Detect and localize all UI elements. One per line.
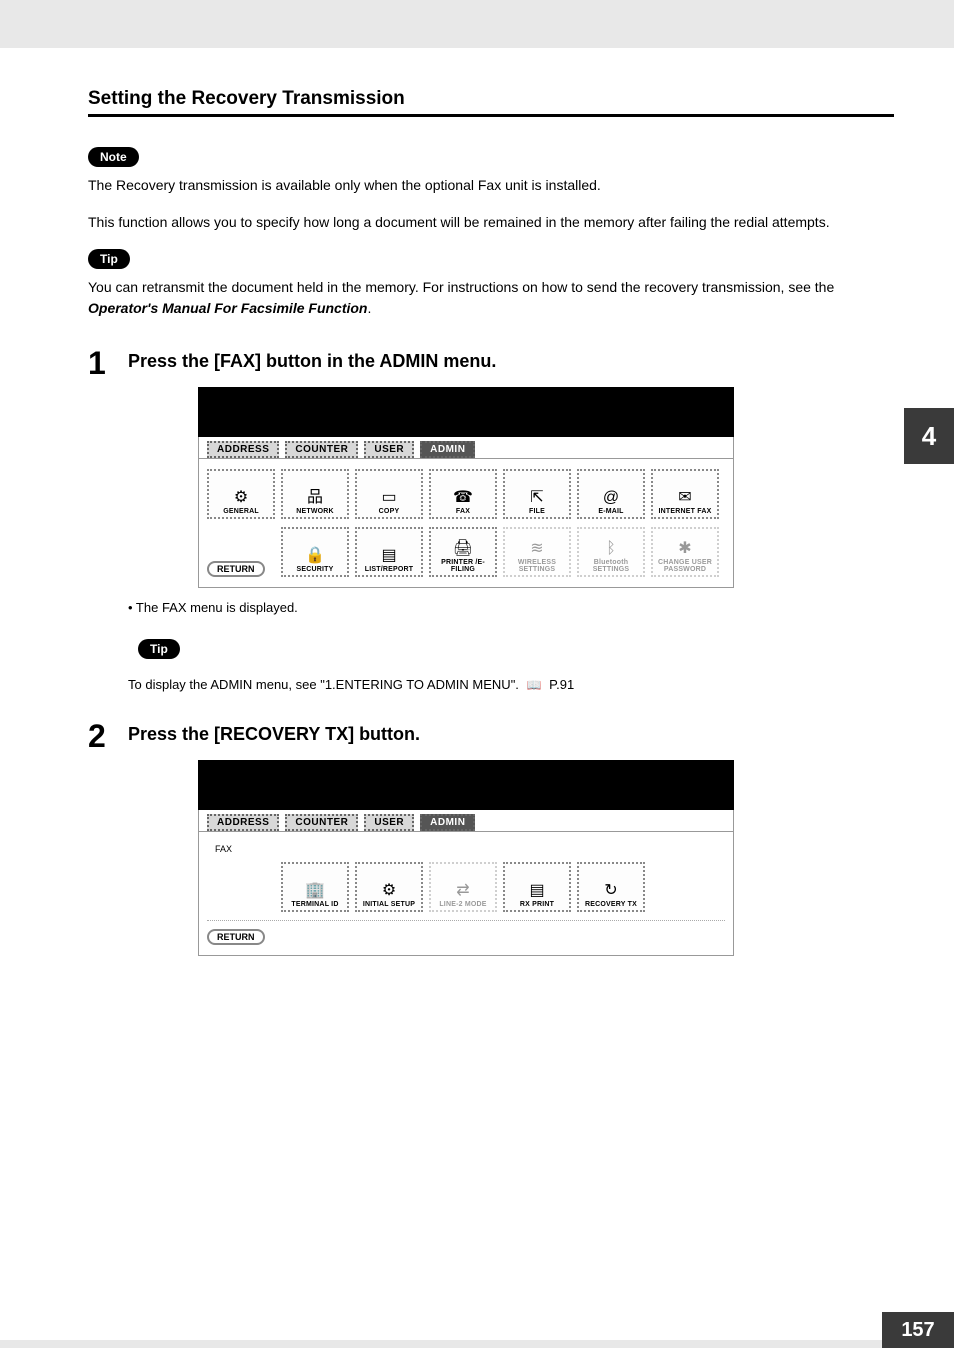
line2-mode-button[interactable]: ⇄LINE-2 MODE bbox=[429, 862, 497, 912]
tip1-part2: . bbox=[368, 300, 372, 316]
terminal-icon: 🏢 bbox=[305, 883, 325, 899]
note-badge: Note bbox=[88, 147, 139, 167]
step-2-text: Press the [RECOVERY TX] button. bbox=[128, 720, 420, 745]
fax-button[interactable]: ☎FAX bbox=[429, 469, 497, 519]
tip1-manual-ref: Operator's Manual For Facsimile Function bbox=[88, 300, 368, 316]
tab2-counter[interactable]: COUNTER bbox=[285, 814, 358, 831]
general-icon: ⚙ bbox=[234, 490, 248, 506]
terminal-id-button[interactable]: 🏢TERMINAL ID bbox=[281, 862, 349, 912]
recoverytx-icon: ↻ bbox=[604, 883, 617, 899]
tip2-badge: Tip bbox=[138, 639, 180, 659]
internetfax-icon: ✉ bbox=[678, 490, 691, 506]
copy-icon: ▭ bbox=[381, 490, 396, 506]
rxprint-icon: ▤ bbox=[529, 883, 544, 899]
page-number: 157 bbox=[882, 1312, 954, 1348]
footer-edge bbox=[0, 1340, 882, 1348]
tab2-admin[interactable]: ADMIN bbox=[420, 814, 475, 831]
general-button[interactable]: ⚙GENERAL bbox=[207, 469, 275, 519]
return-button-2[interactable]: RETURN bbox=[207, 929, 265, 945]
screen1-buttons: ⚙GENERAL 品NETWORK ▭COPY ☎FAX ⇱FILE @E-MA… bbox=[198, 459, 734, 588]
copy-button[interactable]: ▭COPY bbox=[355, 469, 423, 519]
step-2: 2 Press the [RECOVERY TX] button. bbox=[88, 720, 894, 752]
step-2-number: 2 bbox=[88, 720, 128, 752]
step-1-text: Press the [FAX] button in the ADMIN menu… bbox=[128, 347, 496, 372]
initial-setup-button[interactable]: ⚙INITIAL SETUP bbox=[355, 862, 423, 912]
note-text: The Recovery transmission is available o… bbox=[88, 175, 894, 196]
breadcrumb-fax: FAX bbox=[215, 844, 725, 854]
setup-icon: ⚙ bbox=[382, 883, 396, 899]
tab2-address[interactable]: ADDRESS bbox=[207, 814, 279, 831]
return-button-1[interactable]: RETURN bbox=[207, 561, 265, 577]
tab-admin[interactable]: ADMIN bbox=[420, 441, 475, 458]
screen1-tabs: ADDRESS COUNTER USER ADMIN bbox=[198, 437, 734, 459]
screen2-blackbar bbox=[198, 760, 734, 810]
tip1-text: You can retransmit the document held in … bbox=[88, 277, 894, 319]
file-button[interactable]: ⇱FILE bbox=[503, 469, 571, 519]
printer-icon: 🖨 bbox=[453, 541, 473, 557]
file-icon: ⇱ bbox=[530, 490, 543, 506]
tip1-part1: You can retransmit the document held in … bbox=[88, 279, 834, 295]
password-icon: ✱ bbox=[678, 541, 691, 557]
section-heading: Setting the Recovery Transmission bbox=[88, 88, 894, 117]
wireless-icon: ≋ bbox=[530, 541, 543, 557]
bluetooth-settings-button[interactable]: ᛒBluetooth SETTINGS bbox=[577, 527, 645, 577]
admin-menu-screenshot: ADDRESS COUNTER USER ADMIN ⚙GENERAL 品NET… bbox=[198, 387, 734, 588]
recovery-tx-button[interactable]: ↻RECOVERY TX bbox=[577, 862, 645, 912]
intro-text: This function allows you to specify how … bbox=[88, 212, 894, 233]
security-icon: 🔒 bbox=[305, 548, 325, 564]
book-icon: 📖 bbox=[527, 678, 542, 692]
network-button[interactable]: 品NETWORK bbox=[281, 469, 349, 519]
email-button[interactable]: @E-MAIL bbox=[577, 469, 645, 519]
printer-efiling-button[interactable]: 🖨PRINTER /E-FILING bbox=[429, 527, 497, 577]
list-report-button[interactable]: ▤LIST/REPORT bbox=[355, 527, 423, 577]
fax-icon: ☎ bbox=[453, 490, 473, 506]
internet-fax-button[interactable]: ✉INTERNET FAX bbox=[651, 469, 719, 519]
step-1: 1 Press the [FAX] button in the ADMIN me… bbox=[88, 347, 894, 379]
screen2-tabs: ADDRESS COUNTER USER ADMIN bbox=[198, 810, 734, 832]
page-ref: P.91 bbox=[549, 677, 574, 692]
rx-print-button[interactable]: ▤RX PRINT bbox=[503, 862, 571, 912]
screen-blackbar bbox=[198, 387, 734, 437]
fax-menu-screenshot: ADDRESS COUNTER USER ADMIN FAX 🏢TERMINAL… bbox=[198, 760, 734, 956]
wireless-settings-button[interactable]: ≋WIRELESS SETTINGS bbox=[503, 527, 571, 577]
email-icon: @ bbox=[603, 490, 619, 506]
step1-bullet: • The FAX menu is displayed. bbox=[128, 600, 894, 615]
tab-address[interactable]: ADDRESS bbox=[207, 441, 279, 458]
change-user-password-button[interactable]: ✱CHANGE USER PASSWORD bbox=[651, 527, 719, 577]
bluetooth-icon: ᛒ bbox=[606, 541, 616, 557]
chapter-tab: 4 bbox=[904, 408, 954, 464]
security-button[interactable]: 🔒SECURITY bbox=[281, 527, 349, 577]
network-icon: 品 bbox=[307, 490, 323, 506]
tip-badge: Tip bbox=[88, 249, 130, 269]
line2-icon: ⇄ bbox=[456, 883, 469, 899]
step-1-number: 1 bbox=[88, 347, 128, 379]
tip2-text: To display the ADMIN menu, see "1.ENTERI… bbox=[128, 677, 894, 692]
listreport-icon: ▤ bbox=[381, 548, 396, 564]
tab2-user[interactable]: USER bbox=[364, 814, 414, 831]
screen2-buttons: FAX 🏢TERMINAL ID ⚙INITIAL SETUP ⇄LINE-2 … bbox=[198, 832, 734, 956]
top-edge bbox=[0, 0, 954, 48]
tab-user[interactable]: USER bbox=[364, 441, 414, 458]
tab-counter[interactable]: COUNTER bbox=[285, 441, 358, 458]
